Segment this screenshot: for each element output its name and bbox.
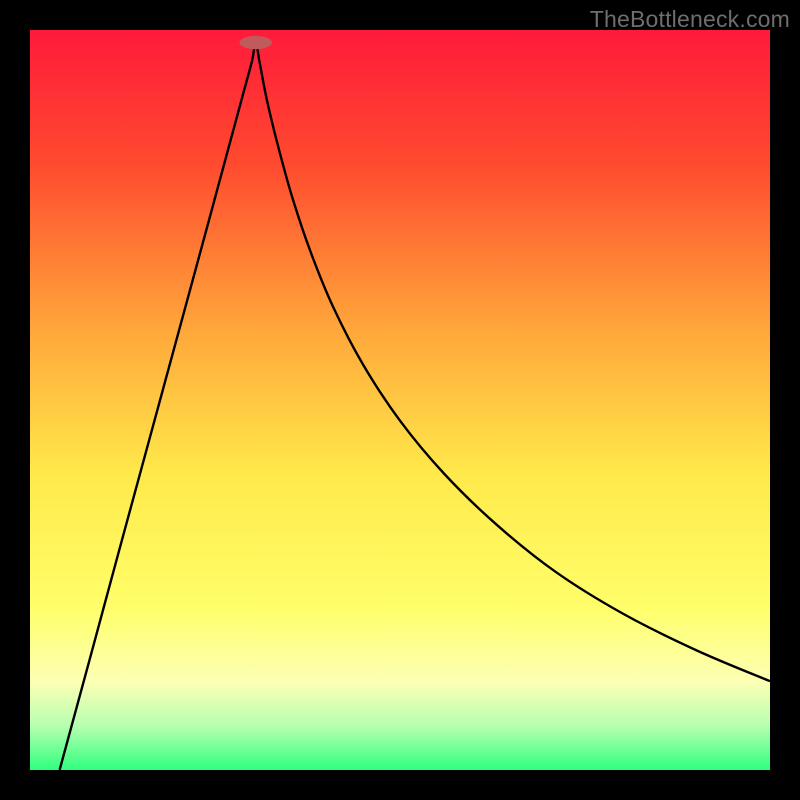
chart-frame: TheBottleneck.com [0, 0, 800, 800]
vertex-marker [239, 36, 272, 49]
plot-area [30, 30, 770, 770]
chart-background [30, 30, 770, 770]
watermark-text: TheBottleneck.com [590, 6, 790, 33]
chart-svg [30, 30, 770, 770]
